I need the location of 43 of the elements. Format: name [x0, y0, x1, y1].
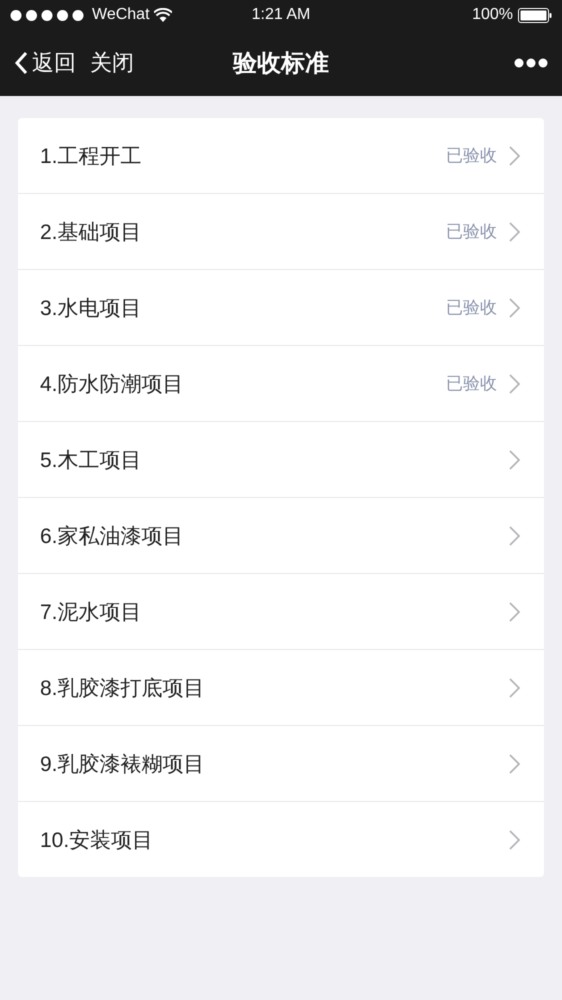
list-item[interactable]: 6.家私油漆项目 [18, 497, 544, 573]
chevron-right-icon [509, 602, 520, 622]
wifi-icon [154, 8, 172, 22]
status-label: 已验收 [446, 145, 497, 167]
list-item[interactable]: 3.水电项目 已验收 [18, 269, 544, 345]
item-label: 8.乳胶漆打底项目 [40, 676, 206, 702]
item-label: 10.安装项目 [40, 828, 154, 854]
back-chevron-icon [14, 51, 28, 75]
list-item[interactable]: 2.基础项目 已验收 [18, 193, 544, 269]
chevron-right-icon [509, 678, 520, 698]
status-label: 已验收 [446, 373, 497, 395]
status-label: 已验收 [446, 221, 497, 243]
item-label: 4.防水防潮项目 [40, 372, 185, 398]
battery-icon [518, 8, 552, 22]
list-item[interactable]: 1.工程开工 已验收 [18, 118, 544, 193]
close-button[interactable]: 关闭 [90, 48, 134, 78]
carrier-name: WeChat [92, 6, 150, 24]
item-label: 6.家私油漆项目 [40, 524, 185, 550]
chevron-right-icon [509, 222, 520, 242]
status-time: 1:21 AM [252, 6, 310, 24]
chevron-right-icon [509, 450, 520, 470]
chevron-right-icon [509, 146, 520, 166]
item-label: 7.泥水项目 [40, 600, 143, 626]
page-title: 验收标准 [233, 49, 329, 79]
list-item[interactable]: 7.泥水项目 [18, 573, 544, 649]
chevron-right-icon [509, 526, 520, 546]
chevron-right-icon [509, 374, 520, 394]
item-label: 5.木工项目 [40, 448, 143, 474]
item-label: 3.水电项目 [40, 296, 143, 322]
chevron-right-icon [509, 830, 520, 850]
item-label: 2.基础项目 [40, 220, 143, 246]
list-item[interactable]: 10.安装项目 [18, 801, 544, 877]
battery-percent: 100% [472, 6, 514, 24]
item-label: 9.乳胶漆裱糊项目 [40, 752, 206, 778]
list-item[interactable]: 8.乳胶漆打底项目 [18, 649, 544, 725]
chevron-right-icon [509, 298, 520, 318]
list-item[interactable]: 5.木工项目 [18, 421, 544, 497]
item-label: 1.工程开工 [40, 144, 143, 170]
status-label: 已验收 [446, 297, 497, 319]
list-item[interactable]: 9.乳胶漆裱糊项目 [18, 725, 544, 801]
chevron-right-icon [509, 754, 520, 774]
back-button[interactable]: 返回 [14, 48, 76, 78]
list-item[interactable]: 4.防水防潮项目 已验收 [18, 345, 544, 421]
